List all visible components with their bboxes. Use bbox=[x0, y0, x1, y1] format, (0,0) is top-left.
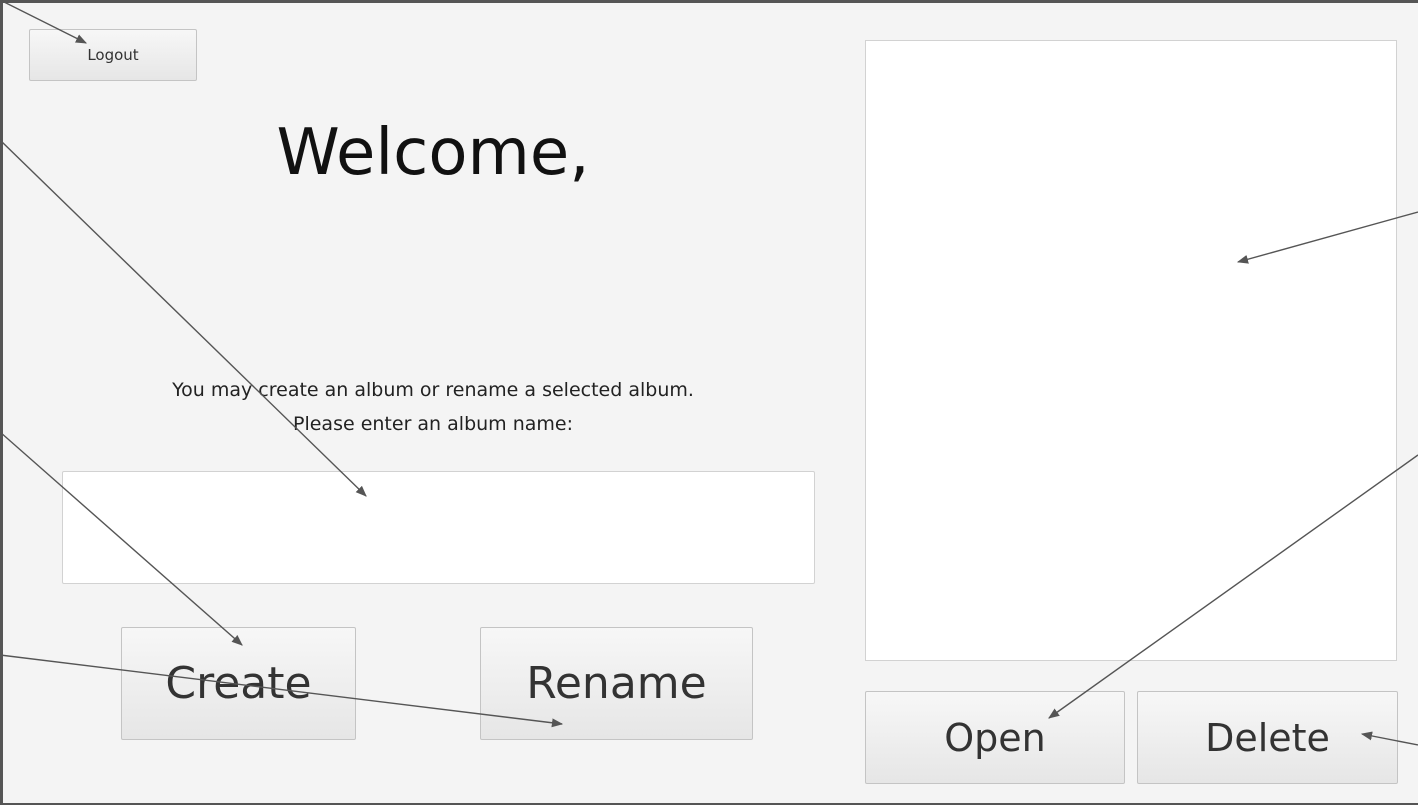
rename-button[interactable]: Rename bbox=[480, 627, 753, 740]
album-window: Logout Welcome, You may create an album … bbox=[0, 0, 1418, 805]
album-list[interactable] bbox=[865, 40, 1397, 661]
logout-button[interactable]: Logout bbox=[29, 29, 197, 81]
welcome-heading: Welcome, bbox=[276, 116, 590, 190]
album-name-input[interactable] bbox=[62, 471, 815, 584]
instruction-text-line-1: You may create an album or rename a sele… bbox=[172, 379, 694, 401]
delete-button[interactable]: Delete bbox=[1137, 691, 1398, 784]
open-button[interactable]: Open bbox=[865, 691, 1125, 784]
create-button[interactable]: Create bbox=[121, 627, 356, 740]
instruction-text-line-2: Please enter an album name: bbox=[293, 413, 573, 435]
